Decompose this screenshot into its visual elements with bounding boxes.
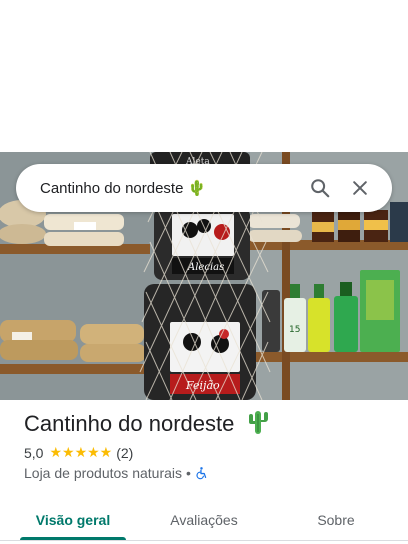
cactus-emoji: 🌵: [187, 180, 207, 197]
cactus-icon: [248, 411, 268, 434]
review-count[interactable]: (2): [116, 445, 133, 461]
place-category[interactable]: Loja de produtos naturais: [24, 465, 182, 481]
map-blank-area: [0, 0, 408, 152]
rating-row[interactable]: 5,0 ★★★★★ (2): [24, 444, 133, 461]
place-title: Cantinho do nordeste: [24, 410, 269, 437]
rating-value: 5,0: [24, 444, 44, 461]
tabs-divider: [0, 540, 408, 541]
close-icon: [353, 181, 367, 195]
svg-text:Feijão: Feijão: [185, 379, 220, 392]
category-row: Loja de produtos naturais •: [24, 465, 208, 481]
separator-dot: •: [186, 465, 191, 481]
wheelchair-icon[interactable]: [195, 466, 208, 480]
place-info-panel: Cantinho do nordeste 5,0 ★★★★★ (2) Loja …: [0, 400, 408, 544]
place-name: Cantinho do nordeste: [24, 411, 235, 436]
search-button[interactable]: [300, 168, 340, 208]
search-query[interactable]: Cantinho do nordeste 🌵: [40, 179, 300, 197]
svg-text:15: 15: [289, 325, 300, 335]
active-tab-indicator: [20, 537, 126, 540]
tab-reviews[interactable]: Avaliações: [150, 496, 258, 544]
tab-about[interactable]: Sobre: [284, 496, 388, 544]
place-tabs: Visão geral Avaliações Sobre: [0, 496, 408, 544]
star-rating: ★★★★★: [49, 444, 113, 460]
close-button[interactable]: [340, 168, 380, 208]
search-icon: [311, 179, 330, 198]
svg-text:Alecias: Alecias: [187, 262, 224, 273]
search-bar[interactable]: Cantinho do nordeste 🌵: [16, 164, 392, 212]
